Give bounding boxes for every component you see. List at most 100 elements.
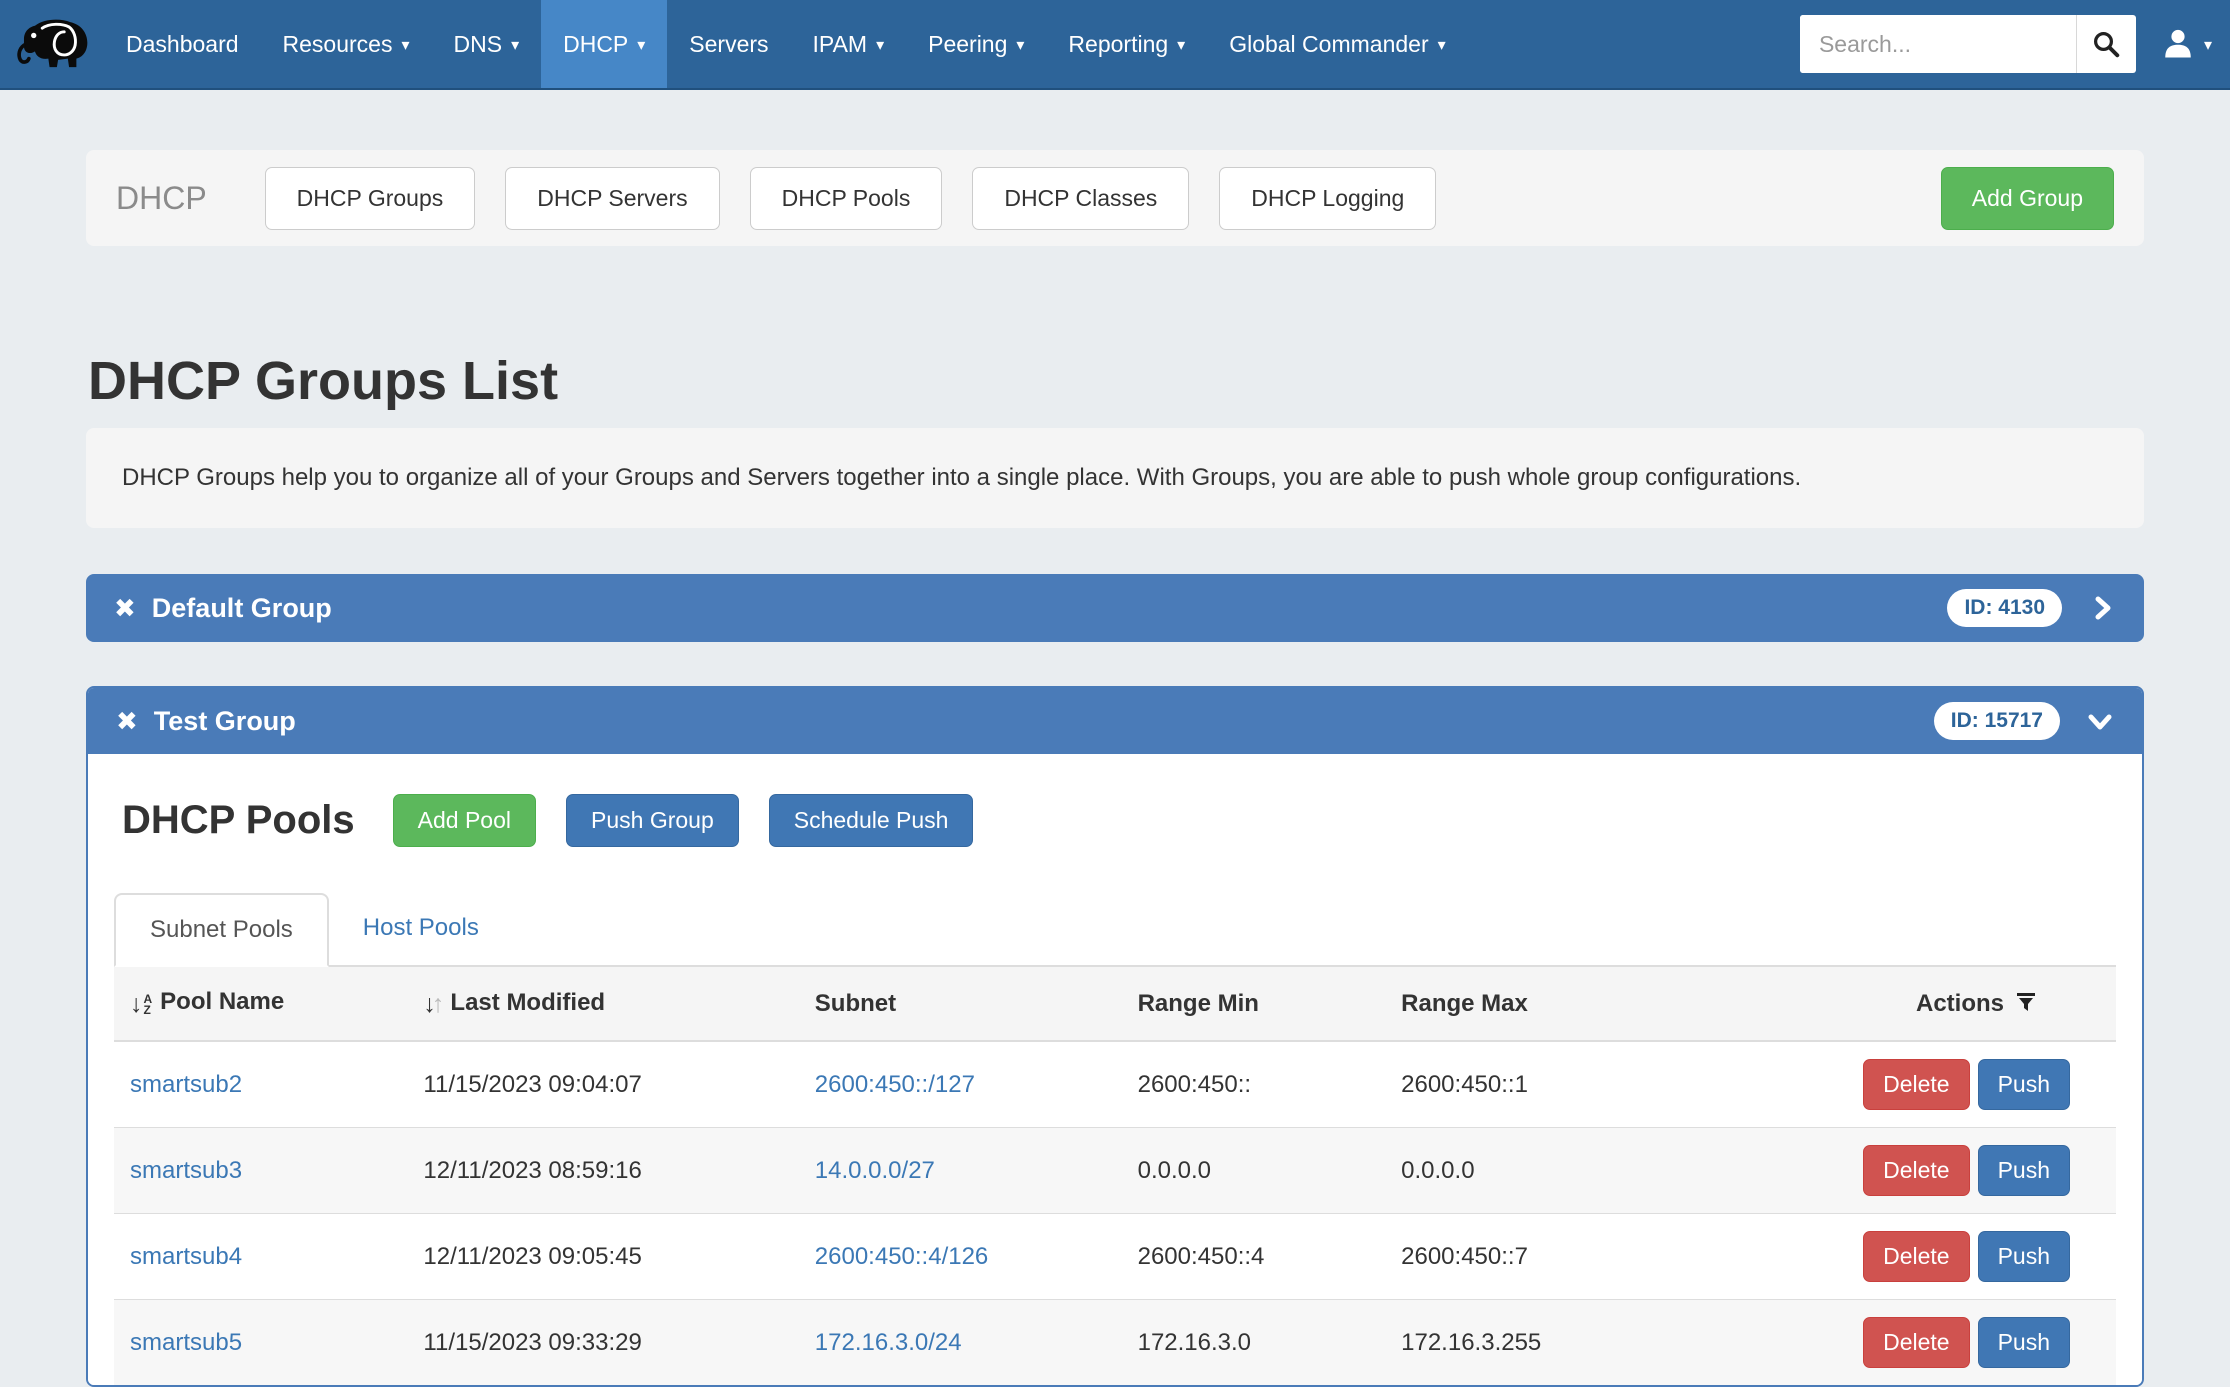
column-label: Subnet (815, 990, 896, 1017)
push-pool-button[interactable]: Push (1978, 1059, 2070, 1110)
pool-name-link[interactable]: smartsub2 (130, 1071, 242, 1098)
pools-title: DHCP Pools (122, 798, 355, 843)
range-max-cell: 2600:450::1 (1385, 1041, 1847, 1128)
schedule-push-button[interactable]: Schedule Push (769, 794, 974, 847)
expand-group-button[interactable] (2088, 594, 2116, 622)
nav-label: IPAM (813, 31, 868, 58)
column-header-range-max[interactable]: Range Max (1385, 967, 1847, 1041)
dhcp-groups-button[interactable]: DHCP Groups (265, 167, 476, 230)
nav-item-resources[interactable]: Resources ▾ (261, 0, 432, 88)
subnet-link[interactable]: 172.16.3.0/24 (815, 1329, 962, 1356)
dhcp-pools-button[interactable]: DHCP Pools (750, 167, 943, 230)
main-menu: Dashboard Resources▾ DNS▾ DHCP▾ Servers … (104, 0, 1468, 88)
caret-down-icon: ▾ (511, 38, 519, 54)
table-row: smartsub3 12/11/2023 08:59:16 14.0.0.0/2… (114, 1128, 2116, 1214)
sort-alpha-asc-icon[interactable]: ↓AZ (130, 990, 152, 1019)
app-logo[interactable] (0, 0, 104, 88)
last-modified-cell: 11/15/2023 09:04:07 (407, 1041, 798, 1128)
column-header-last-modified[interactable]: ↓↑Last Modified (407, 967, 798, 1041)
group-name: Test Group (154, 706, 296, 737)
last-modified-cell: 11/15/2023 09:33:29 (407, 1300, 798, 1386)
letter-z: Z (144, 1005, 153, 1016)
column-label: Range Max (1401, 990, 1528, 1017)
nav-item-ipam[interactable]: IPAM ▾ (791, 0, 907, 88)
pool-name-link[interactable]: smartsub5 (130, 1329, 242, 1356)
table-body: smartsub2 11/15/2023 09:04:07 2600:450::… (114, 1041, 2116, 1385)
user-icon (2160, 26, 2196, 62)
test-group-panel-body: DHCP Pools Add Pool Push Group Schedule … (88, 754, 2142, 1385)
dhcp-groups-page: { "colors": { "navbar_bg": "#2d6499", "n… (0, 0, 2230, 1308)
delete-pool-button[interactable]: Delete (1863, 1059, 1969, 1110)
nav-item-peering[interactable]: Peering ▾ (906, 0, 1046, 88)
search-group (1800, 15, 2136, 73)
group-bar-default-group[interactable]: ✖ Default Group ID: 4130 (86, 574, 2144, 642)
nav-label: DHCP (563, 31, 628, 58)
nav-item-reporting[interactable]: Reporting▾ (1046, 0, 1207, 88)
add-group-button[interactable]: Add Group (1941, 167, 2114, 230)
caret-down-icon: ▾ (1438, 38, 1446, 54)
nav-item-dhcp[interactable]: DHCP▾ (541, 0, 667, 88)
push-pool-button[interactable]: Push (1978, 1317, 2070, 1368)
delete-pool-button[interactable]: Delete (1863, 1317, 1969, 1368)
delete-pool-button[interactable]: Delete (1863, 1145, 1969, 1196)
subnet-link[interactable]: 2600:450::/127 (815, 1071, 975, 1098)
dhcp-classes-button[interactable]: DHCP Classes (972, 167, 1189, 230)
add-pool-button[interactable]: Add Pool (393, 794, 536, 847)
user-menu[interactable]: ▾ (2160, 26, 2212, 62)
column-header-subnet[interactable]: Subnet (799, 967, 1122, 1041)
nav-item-global-commander[interactable]: Global Commander▾ (1207, 0, 1467, 88)
tab-subnet-pools[interactable]: Subnet Pools (114, 893, 329, 967)
range-min-cell: 0.0.0.0 (1122, 1128, 1386, 1214)
sort-icon[interactable]: ↓↑ (423, 990, 444, 1019)
arrow-down-glyph: ↓ (130, 990, 143, 1019)
push-pool-button[interactable]: Push (1978, 1145, 2070, 1196)
nav-item-dns[interactable]: DNS▾ (432, 0, 542, 88)
dhcp-logging-button[interactable]: DHCP Logging (1219, 167, 1436, 230)
column-header-pool-name[interactable]: ↓AZPool Name (114, 967, 407, 1041)
range-min-cell: 172.16.3.0 (1122, 1300, 1386, 1386)
remove-group-icon[interactable]: ✖ (114, 595, 136, 621)
group-panel-test-group: ✖ Test Group ID: 15717 DHCP Pools Add Po… (86, 686, 2144, 1387)
remove-group-icon[interactable]: ✖ (116, 708, 138, 734)
subnet-pools-table: ↓AZPool Name ↓↑Last Modified Subnet Rang… (114, 967, 2116, 1385)
navbar-right: ▾ (1800, 0, 2230, 88)
table-row: smartsub2 11/15/2023 09:04:07 2600:450::… (114, 1041, 2116, 1128)
arrow-up-glyph: ↑ (432, 990, 445, 1019)
search-button[interactable] (2076, 15, 2136, 73)
nav-label: Resources (283, 31, 393, 58)
chevron-down-icon (2086, 707, 2114, 735)
subnet-link[interactable]: 2600:450::4/126 (815, 1243, 989, 1270)
column-header-range-min[interactable]: Range Min (1122, 967, 1386, 1041)
page-description: DHCP Groups help you to organize all of … (86, 428, 2144, 528)
group-name: Default Group (152, 593, 332, 624)
caret-down-icon: ▾ (1016, 38, 1024, 54)
delete-pool-button[interactable]: Delete (1863, 1231, 1969, 1282)
nav-item-dashboard[interactable]: Dashboard (104, 0, 261, 88)
page-container: DHCP DHCP Groups DHCP Servers DHCP Pools… (86, 150, 2144, 1387)
push-pool-button[interactable]: Push (1978, 1231, 2070, 1282)
nav-label: Dashboard (126, 31, 239, 58)
dhcp-servers-button[interactable]: DHCP Servers (505, 167, 719, 230)
dhcp-toolbar: DHCP DHCP Groups DHCP Servers DHCP Pools… (86, 150, 2144, 246)
subnet-link[interactable]: 14.0.0.0/27 (815, 1157, 935, 1184)
table-row: smartsub5 11/15/2023 09:33:29 172.16.3.0… (114, 1300, 2116, 1386)
pool-name-link[interactable]: smartsub4 (130, 1243, 242, 1270)
top-navbar: Dashboard Resources▾ DNS▾ DHCP▾ Servers … (0, 0, 2230, 90)
push-group-button[interactable]: Push Group (566, 794, 739, 847)
pool-name-link[interactable]: smartsub3 (130, 1157, 242, 1184)
caret-down-icon: ▾ (401, 38, 409, 54)
mammoth-logo-icon (13, 13, 91, 75)
nav-label: Peering (928, 31, 1007, 58)
group-bar-test-group[interactable]: ✖ Test Group ID: 15717 (88, 688, 2142, 754)
caret-down-icon: ▾ (876, 38, 884, 54)
column-header-actions: Actions (1847, 967, 2116, 1041)
search-input[interactable] (1800, 15, 2076, 73)
toolbar-section-label: DHCP (116, 180, 207, 217)
range-max-cell: 0.0.0.0 (1385, 1128, 1847, 1214)
range-min-cell: 2600:450:: (1122, 1041, 1386, 1128)
filter-icon[interactable] (2014, 990, 2038, 1014)
tab-host-pools[interactable]: Host Pools (329, 893, 513, 965)
group-id-badge: ID: 4130 (1947, 589, 2062, 627)
nav-item-servers[interactable]: Servers (667, 0, 790, 88)
collapse-group-button[interactable] (2086, 707, 2114, 735)
